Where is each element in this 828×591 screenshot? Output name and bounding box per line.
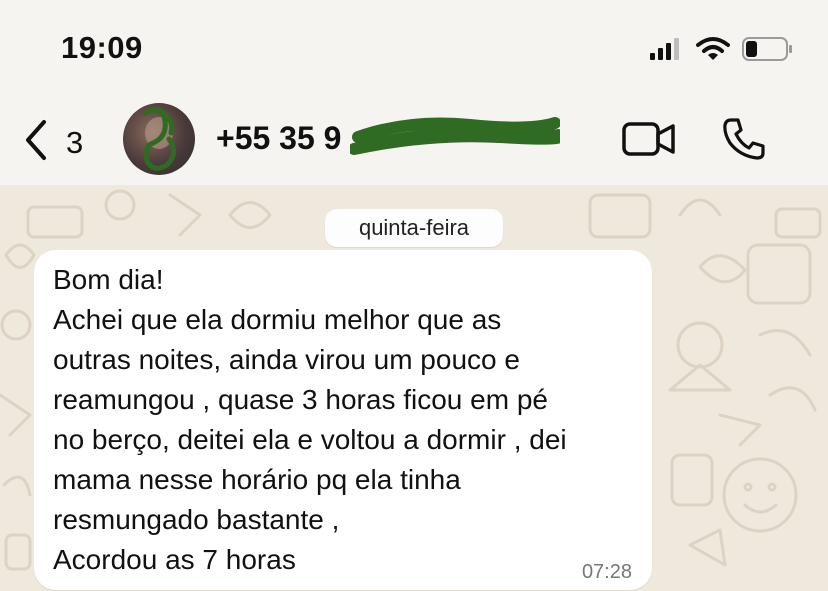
status-bar: 19:09	[0, 0, 828, 95]
message-line: resmungado bastante ,	[53, 504, 340, 535]
video-call-icon	[622, 122, 676, 161]
battery-icon	[742, 36, 794, 67]
message-line: Achei que ela dormiu melhor que as	[53, 304, 502, 335]
back-button[interactable]: 3	[24, 119, 83, 166]
redaction-scribble	[350, 117, 560, 155]
message-timestamp: 07:28	[581, 561, 632, 583]
signal-icon	[650, 37, 684, 66]
message-line: reamungou , quase 3 horas ficou em pé	[53, 384, 548, 415]
unread-count: 3	[66, 124, 84, 160]
contact-name[interactable]: +55 35 9	[216, 120, 341, 157]
phone-icon	[722, 118, 766, 165]
status-icons	[650, 36, 794, 67]
message-line: no berço, deitei ela e voltou a dormir ,…	[53, 424, 567, 455]
status-time: 19:09	[61, 30, 143, 65]
message-line: mama nesse horário pq ela tinha	[53, 464, 461, 495]
avatar[interactable]	[123, 103, 195, 175]
video-call-button[interactable]	[622, 121, 676, 162]
chat-area[interactable]: quinta-feira Bom dia! Achei que ela dorm…	[0, 185, 828, 591]
message-line: outras noites, ainda virou um pouco e	[53, 344, 520, 375]
wifi-icon	[696, 36, 730, 67]
chat-header: 3 +55 35 9	[0, 95, 828, 185]
voice-call-button[interactable]	[722, 117, 766, 166]
message-line: Acordou as 7 horas	[53, 544, 296, 575]
back-chevron-icon	[24, 119, 48, 166]
date-separator: quinta-feira	[325, 209, 503, 247]
message-bubble[interactable]: Bom dia! Achei que ela dormiu melhor que…	[34, 250, 652, 590]
message-line: Bom dia!	[53, 264, 164, 295]
